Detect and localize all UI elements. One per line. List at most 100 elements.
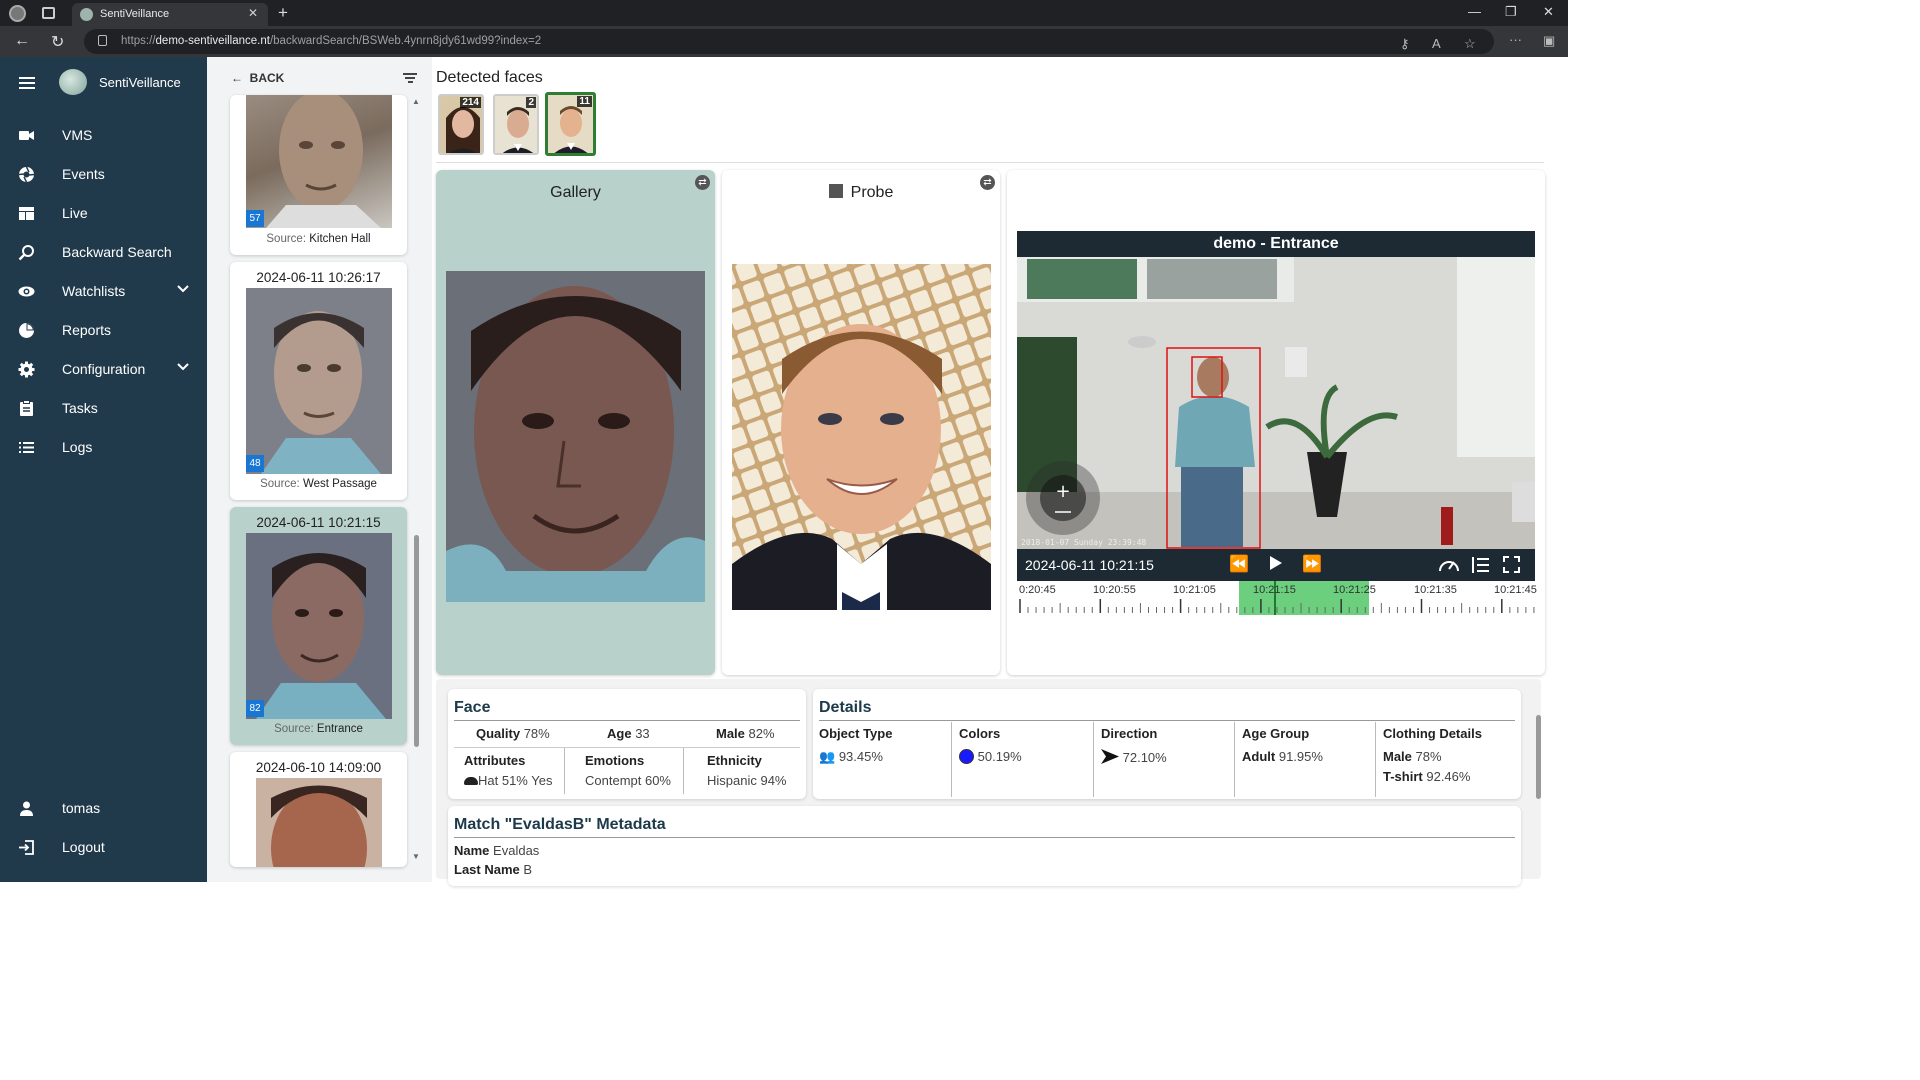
brand-logo bbox=[59, 69, 87, 95]
timeline-tick: 10:21:45 bbox=[1494, 584, 1537, 596]
timeline-tick: 10:21:25 bbox=[1333, 584, 1376, 596]
video-frame[interactable]: + 2018-01-07 Sunday 23:39:48 bbox=[1017, 257, 1535, 549]
detected-face-thumb-selected[interactable]: 11 bbox=[545, 92, 596, 156]
back-nav-icon[interactable]: ← bbox=[14, 32, 30, 50]
svg-text:+: + bbox=[1055, 481, 1070, 502]
emotions-value: Contempt 60% bbox=[585, 773, 671, 788]
fullscreen-icon[interactable] bbox=[1503, 556, 1520, 578]
timeline-icon[interactable] bbox=[1469, 555, 1491, 580]
close-window-icon[interactable]: ✕ bbox=[1543, 4, 1554, 20]
more-menu-icon[interactable]: ··· bbox=[1509, 32, 1522, 47]
gallery-title: Gallery bbox=[550, 184, 601, 201]
favorite-star-icon[interactable]: ☆ bbox=[1464, 36, 1476, 52]
result-face-image bbox=[246, 533, 392, 719]
brand-name: SentiVeillance bbox=[99, 75, 181, 90]
lock-icon bbox=[98, 35, 107, 46]
filter-icon[interactable] bbox=[403, 73, 417, 85]
pie-chart-icon bbox=[18, 322, 35, 339]
result-face-image bbox=[246, 95, 392, 228]
result-date: 2024-06-11 10:21:15 bbox=[256, 515, 381, 530]
play-icon[interactable] bbox=[1269, 555, 1283, 576]
object-type-value: 93.45% bbox=[838, 749, 883, 764]
direction-value: 72.10% bbox=[1122, 750, 1167, 765]
browser-tab-bar: SentiVeillance ✕ + — ❐ ✕ bbox=[0, 0, 1568, 26]
metadata-title: Match "EvaldasB" Metadata bbox=[454, 816, 666, 833]
sidebar-item-configuration[interactable]: Configuration bbox=[0, 351, 207, 387]
clothing-2-value: 92.46% bbox=[1426, 769, 1471, 784]
result-source: Source: West Passage bbox=[260, 478, 377, 490]
arrow-left-icon: ← bbox=[231, 71, 243, 85]
tab-actions-icon[interactable] bbox=[42, 7, 55, 19]
rewind-icon[interactable]: ⏪ bbox=[1229, 554, 1249, 574]
result-source: Source: Entrance bbox=[274, 723, 363, 735]
video-timestamp: 2024-06-11 10:21:15 bbox=[1025, 557, 1154, 573]
minimize-icon[interactable]: — bbox=[1468, 4, 1481, 19]
sidebar: SentiVeillance VMS Events Live Backward … bbox=[0, 57, 207, 882]
timeline-tick: 0:20:45 bbox=[1019, 584, 1056, 596]
tab-title: SentiVeillance bbox=[100, 8, 170, 20]
scroll-up-icon[interactable]: ▲ bbox=[412, 97, 420, 106]
back-button[interactable]: ← BACK bbox=[231, 71, 284, 85]
result-source: Source: Kitchen Hall bbox=[266, 233, 371, 245]
key-icon[interactable]: ⚷ bbox=[1400, 36, 1410, 52]
face-count-badge: 2 bbox=[526, 97, 536, 108]
divider bbox=[436, 162, 1544, 163]
results-scrollbar[interactable] bbox=[414, 535, 419, 747]
eye-icon bbox=[18, 283, 35, 300]
video-overlay-time: 2018-01-07 Sunday 23:39:48 bbox=[1021, 538, 1146, 547]
match-score-badge: 57 bbox=[246, 210, 264, 227]
video-panel: demo - Entrance + 2018-01-07 Sunday 23:3… bbox=[1007, 170, 1545, 675]
chevron-down-icon[interactable] bbox=[177, 282, 189, 297]
face-title: Face bbox=[454, 699, 491, 716]
sidebar-item-watchlists[interactable]: Watchlists bbox=[0, 273, 207, 309]
probe-face-image bbox=[732, 264, 991, 610]
sidebar-item-events[interactable]: Events bbox=[0, 156, 207, 192]
speed-icon[interactable] bbox=[1438, 555, 1460, 580]
read-aloud-icon[interactable]: A bbox=[1432, 36, 1441, 51]
sidebar-item-live[interactable]: Live bbox=[0, 195, 207, 231]
quality-value: 78% bbox=[523, 726, 550, 741]
hat-icon bbox=[464, 777, 478, 785]
scroll-down-icon[interactable]: ▼ bbox=[412, 852, 420, 861]
result-face-image bbox=[256, 778, 382, 867]
probe-title: Probe bbox=[850, 184, 894, 201]
face-count-badge: 214 bbox=[460, 97, 481, 108]
video-timeline[interactable]: 0:20:45 10:20:55 10:21:05 10:21:15 10:21… bbox=[1017, 581, 1537, 615]
sidebar-item-logout[interactable]: Logout bbox=[0, 829, 207, 865]
sidebar-item-vms[interactable]: VMS bbox=[0, 117, 207, 153]
url-field[interactable]: https://demo-sentiveillance.nt/backwardS… bbox=[84, 29, 1494, 54]
details-title: Details bbox=[819, 699, 872, 716]
timeline-tick: 10:20:55 bbox=[1093, 584, 1136, 596]
chevron-down-icon[interactable] bbox=[177, 360, 189, 375]
result-card-selected[interactable]: 2024-06-11 10:21:15 82 Source: Entrance bbox=[230, 507, 407, 745]
detected-face-thumb[interactable]: 214 bbox=[438, 94, 484, 155]
sidebar-item-reports[interactable]: Reports bbox=[0, 312, 207, 348]
restore-icon[interactable]: ❐ bbox=[1505, 4, 1517, 20]
sidebar-item-tasks[interactable]: Tasks bbox=[0, 390, 207, 426]
reload-icon[interactable]: ↻ bbox=[51, 32, 64, 52]
sidebar-toggle-icon[interactable]: ▣ bbox=[1543, 33, 1555, 49]
profile-icon[interactable] bbox=[9, 5, 26, 22]
sidebar-item-logs[interactable]: Logs bbox=[0, 429, 207, 465]
sidebar-user[interactable]: tomas bbox=[0, 790, 207, 826]
metadata-name: Evaldas bbox=[493, 843, 540, 858]
swap-icon[interactable]: ⇄ bbox=[980, 175, 995, 190]
video-title: demo - Entrance bbox=[1017, 231, 1535, 257]
user-icon bbox=[18, 800, 35, 817]
detected-face-thumb[interactable]: 2 bbox=[493, 94, 539, 155]
list-icon bbox=[18, 439, 35, 456]
browser-tab[interactable]: SentiVeillance ✕ bbox=[72, 3, 268, 26]
hamburger-menu-icon[interactable] bbox=[19, 77, 35, 89]
result-card[interactable]: 2024-06-10 14:09:00 bbox=[230, 752, 407, 867]
swap-icon[interactable]: ⇄ bbox=[695, 175, 710, 190]
gender-value: 82% bbox=[748, 726, 775, 741]
probe-panel: Probe ⇄ bbox=[722, 170, 1000, 675]
new-tab-icon[interactable]: + bbox=[278, 3, 288, 23]
details-scrollbar[interactable] bbox=[1536, 685, 1542, 875]
result-card[interactable]: 57 Source: Kitchen Hall bbox=[230, 95, 407, 255]
sidebar-item-backward-search[interactable]: Backward Search bbox=[0, 234, 207, 270]
close-tab-icon[interactable]: ✕ bbox=[248, 6, 258, 20]
result-date: 2024-06-10 14:09:00 bbox=[255, 760, 382, 775]
result-card[interactable]: 2024-06-11 10:26:17 48 Source: West Pass… bbox=[230, 262, 407, 500]
fast-forward-icon[interactable]: ⏩ bbox=[1302, 554, 1322, 574]
